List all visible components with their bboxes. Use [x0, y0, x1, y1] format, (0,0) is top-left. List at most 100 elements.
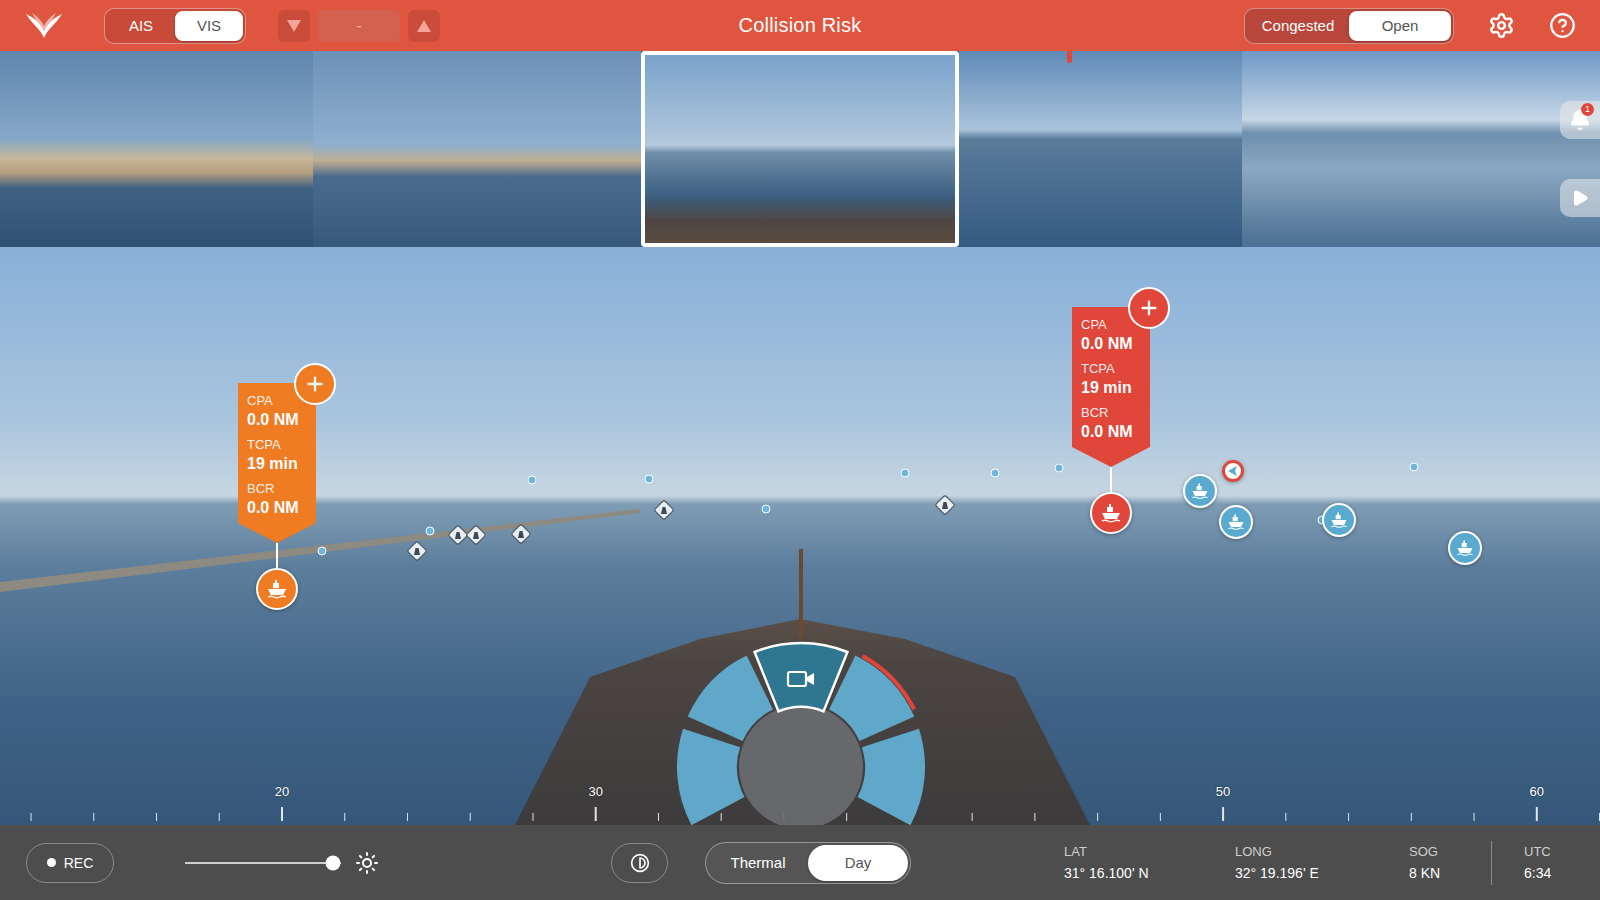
camera-view: CPA0.0 NMTCPA19 minBCR0.0 NM CPA0.0 NMTCP…	[0, 247, 1600, 825]
toggle-option[interactable]: Open	[1349, 11, 1451, 41]
contrast-button[interactable]	[611, 843, 668, 883]
notification-badge: 1	[1581, 103, 1594, 116]
vessel-marker[interactable]	[256, 568, 298, 610]
collision-alert: CPA0.0 NMTCPA19 minBCR0.0 NM	[238, 383, 316, 568]
buoy-marker[interactable]	[934, 494, 956, 516]
compass-sector[interactable]	[829, 656, 914, 741]
expand-button[interactable]	[294, 363, 336, 405]
buoy-marker[interactable]	[510, 523, 532, 545]
camera-compass	[671, 637, 931, 825]
camera-thumbnail[interactable]	[0, 51, 313, 247]
camera-icon	[788, 672, 814, 686]
target-dot[interactable]	[645, 475, 654, 484]
buoy-icon	[465, 524, 487, 546]
buoy-marker[interactable]	[447, 524, 469, 546]
plus-icon	[304, 373, 326, 395]
buoy-icon	[406, 540, 428, 562]
camera-thumbnail[interactable]	[641, 51, 959, 247]
camera-mode-toggle: ThermalDay	[705, 842, 911, 884]
help-button[interactable]	[1549, 12, 1576, 39]
buoy-marker[interactable]	[465, 524, 487, 546]
alert-stem	[276, 543, 278, 568]
play-button[interactable]	[1560, 179, 1600, 217]
zoom-up-button[interactable]	[408, 10, 440, 42]
target-dot[interactable]	[318, 547, 327, 556]
buoy-marker[interactable]	[653, 499, 675, 521]
settings-button[interactable]	[1488, 12, 1515, 39]
toggle-option[interactable]: Day	[808, 845, 908, 881]
contrast-icon	[630, 853, 650, 873]
buoy-marker[interactable]	[406, 540, 428, 562]
gear-icon	[1488, 12, 1515, 39]
ship-icon	[1455, 538, 1475, 558]
photo-mast	[799, 549, 803, 639]
toggle-option[interactable]: VIS	[175, 11, 243, 41]
camera-thumbnail[interactable]	[1242, 51, 1600, 247]
nav-readout: SOG8 KN	[1409, 844, 1491, 881]
ship-icon	[1099, 501, 1123, 525]
readout-divider	[1491, 841, 1492, 885]
source-toggle: AISVIS	[104, 8, 246, 44]
vessel-marker[interactable]	[1448, 531, 1482, 565]
alert-stem	[1110, 467, 1112, 492]
expand-button[interactable]	[1128, 287, 1170, 329]
alert-card: CPA0.0 NMTCPA19 minBCR0.0 NM	[238, 383, 316, 543]
traffic-toggle: CongestedOpen	[1244, 8, 1454, 44]
compass-sector[interactable]	[677, 729, 744, 825]
triangle-up-icon	[416, 19, 432, 33]
target-dot[interactable]	[1410, 463, 1419, 472]
bearing-label: 20	[275, 784, 289, 799]
vessel-marker[interactable]	[1322, 503, 1356, 537]
buoy-icon	[653, 499, 675, 521]
ship-icon	[1329, 510, 1349, 530]
nav-readout: LAT31° 16.100' N	[1064, 844, 1235, 881]
camera-thumbnail[interactable]	[959, 51, 1242, 247]
nav-readout: UTC6:34	[1524, 844, 1574, 881]
bottom-bar: REC ThermalDay LAT31° 16.100' NLONG32° 19.…	[0, 825, 1600, 900]
ship-icon	[1226, 512, 1246, 532]
alert-metric: BCR0.0 NM	[1081, 405, 1142, 441]
nav-readouts: LAT31° 16.100' NLONG32° 19.196' ESOG8 KN…	[1064, 841, 1574, 885]
target-dot[interactable]	[528, 476, 537, 485]
camera-thumbnail[interactable]	[313, 51, 641, 247]
plus-icon	[1138, 297, 1160, 319]
logo-icon	[24, 10, 64, 42]
brightness-control	[185, 851, 379, 875]
ship-icon	[1190, 481, 1210, 501]
notifications-button[interactable]: 1	[1560, 101, 1600, 139]
triangle-down-icon	[286, 19, 302, 33]
target-dot[interactable]	[991, 469, 1000, 478]
compass-sector[interactable]	[858, 729, 925, 825]
screen-title: Collision Risk	[739, 14, 862, 37]
vessel-marker[interactable]	[1090, 492, 1132, 534]
play-icon	[1571, 189, 1589, 207]
nav-readout: LONG32° 19.196' E	[1235, 844, 1409, 881]
ship-icon	[265, 577, 289, 601]
slider-thumb[interactable]	[326, 855, 341, 870]
target-dot[interactable]	[762, 505, 771, 514]
toggle-option[interactable]: Thermal	[708, 845, 808, 881]
vessel-marker[interactable]	[1219, 505, 1253, 539]
collision-risk-screen: AISVIS - Collision Risk CongestedOpen 1 CPA0.…	[0, 0, 1600, 900]
vessel-marker[interactable]	[1183, 474, 1217, 508]
buoy-icon	[447, 524, 469, 546]
camera-strip: 1	[0, 51, 1600, 247]
target-dot[interactable]	[426, 527, 435, 536]
heading-arrow-icon	[1227, 465, 1239, 477]
target-dot[interactable]	[901, 469, 910, 478]
bearing-label: 30	[588, 784, 602, 799]
bearing-label: 60	[1530, 784, 1544, 799]
toggle-option[interactable]: Congested	[1247, 11, 1349, 41]
zoom-field[interactable]: -	[318, 10, 400, 42]
toggle-option[interactable]: AIS	[107, 11, 175, 41]
brightness-slider[interactable]	[185, 862, 341, 864]
record-button[interactable]: REC	[26, 843, 114, 883]
alert-card: CPA0.0 NMTCPA19 minBCR0.0 NM	[1072, 307, 1150, 467]
top-bar: AISVIS - Collision Risk CongestedOpen	[0, 0, 1600, 51]
buoy-icon	[934, 494, 956, 516]
vessel-marker[interactable]	[1222, 460, 1244, 482]
zoom-down-button[interactable]	[278, 10, 310, 42]
sun-icon	[355, 851, 379, 875]
bearing-marker	[1067, 51, 1072, 63]
target-dot[interactable]	[1055, 464, 1064, 473]
